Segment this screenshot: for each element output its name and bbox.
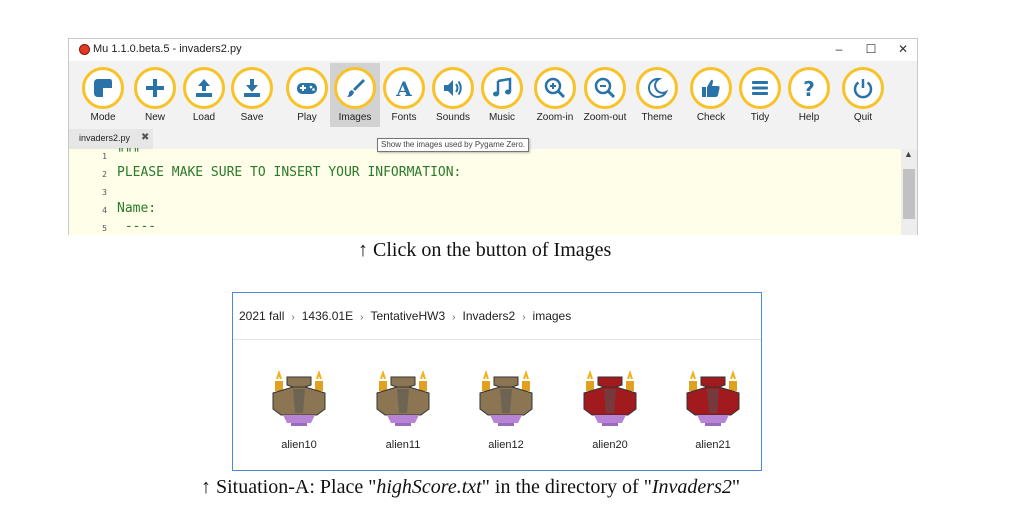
upload-icon xyxy=(196,79,212,97)
mu-editor-window: Mu 1.1.0.beta.5 - invaders2.py – ☐ ✕ Mod… xyxy=(68,38,918,235)
svg-text:?: ? xyxy=(803,77,815,100)
images-tooltip: Show the images used by Pygame Zero. xyxy=(377,138,530,152)
breadcrumb-separator: › xyxy=(291,312,295,323)
file-name: alien20 xyxy=(592,439,628,451)
file-name: alien11 xyxy=(385,439,421,451)
tidy-lines-icon xyxy=(752,81,768,95)
scroll-up-icon[interactable]: ▲ xyxy=(904,149,913,159)
line-number: 1 xyxy=(102,152,107,161)
caption-situation-a: ↑ Situation-A: Place "highScore.txt" in … xyxy=(201,476,740,499)
alien-ship-thumbnail xyxy=(376,369,430,426)
code-line: Name: xyxy=(117,201,157,216)
moon-icon xyxy=(647,77,669,98)
question-icon: ? xyxy=(803,77,815,100)
close-button[interactable]: ✕ xyxy=(893,42,913,56)
caption-text: ↑ Situation-A: Place " xyxy=(201,476,377,498)
file-item[interactable]: alien10 xyxy=(257,369,335,459)
speaker-icon xyxy=(444,80,462,96)
window-title: Mu 1.1.0.beta.5 - invaders2.py xyxy=(93,43,242,55)
file-item[interactable]: alien21 xyxy=(671,369,749,459)
line-number: 2 xyxy=(102,170,107,179)
download-icon xyxy=(244,79,260,97)
file-item[interactable]: alien20 xyxy=(568,369,646,459)
plus-icon xyxy=(146,79,164,97)
code-editor[interactable]: 1 2 3 4 5 """ PLEASE MAKE SURE TO INSERT… xyxy=(69,147,917,235)
thumbs-up-icon xyxy=(702,79,720,97)
alien-ship-thumbnail xyxy=(583,369,637,426)
breadcrumb-item[interactable]: 1436.01E xyxy=(302,309,353,323)
code-line: """ xyxy=(117,147,141,162)
music-button[interactable]: Music xyxy=(477,63,527,127)
caption-filename: highScore.txt xyxy=(376,476,482,498)
maximize-button[interactable]: ☐ xyxy=(861,42,881,56)
line-number-gutter: 1 2 3 4 5 xyxy=(69,149,113,235)
zoom-out-icon xyxy=(594,77,616,99)
font-icon: A xyxy=(395,77,412,100)
tab-close-icon[interactable]: ✖ xyxy=(141,132,149,143)
breadcrumb-item[interactable]: 2021 fall xyxy=(239,309,284,323)
breadcrumb-item[interactable]: Invaders2 xyxy=(463,309,516,323)
music-note-icon xyxy=(493,77,512,97)
title-bar: Mu 1.1.0.beta.5 - invaders2.py – ☐ ✕ xyxy=(69,39,917,61)
file-name: alien10 xyxy=(281,439,317,451)
mode-icon xyxy=(94,79,112,97)
minimize-button[interactable]: – xyxy=(829,42,849,56)
quit-button[interactable]: Quit xyxy=(838,63,888,127)
caption-text: " in the directory of " xyxy=(481,476,652,498)
tab-invaders2[interactable]: invaders2.py ✖ xyxy=(69,129,153,149)
alien-ship-thumbnail xyxy=(686,369,740,426)
gamepad-icon xyxy=(297,83,317,94)
breadcrumb-separator: › xyxy=(522,312,526,323)
svg-text:A: A xyxy=(395,77,412,100)
alien-ship-thumbnail xyxy=(479,369,533,426)
file-name: alien12 xyxy=(488,439,524,451)
breadcrumb-item[interactable]: TentativeHW3 xyxy=(370,309,445,323)
breadcrumb-separator: › xyxy=(452,312,456,323)
breadcrumb-item[interactable]: images xyxy=(533,309,572,323)
divider xyxy=(233,339,761,340)
caption-click-images: ↑ Click on the button of Images xyxy=(358,239,612,261)
scrollbar-thumb[interactable] xyxy=(903,169,915,219)
quit-label: Quit xyxy=(853,112,873,123)
file-name: alien21 xyxy=(695,439,731,451)
line-number: 3 xyxy=(102,188,107,197)
breadcrumb-separator: › xyxy=(360,312,364,323)
file-item[interactable]: alien11 xyxy=(361,369,439,459)
help-button[interactable]: ? Help xyxy=(784,63,834,127)
brush-icon xyxy=(347,79,365,97)
mode-button[interactable]: Mode xyxy=(78,63,128,127)
line-number: 4 xyxy=(102,206,107,215)
tab-label: invaders2.py xyxy=(79,133,131,143)
theme-button[interactable]: Theme xyxy=(632,63,682,127)
alien-ship-thumbnail xyxy=(272,369,326,426)
mu-logo-icon xyxy=(79,44,90,55)
code-line: PLEASE MAKE SURE TO INSERT YOUR INFORMAT… xyxy=(117,165,462,180)
file-explorer: 2021 fall › 1436.01E › TentativeHW3 › Invaders… xyxy=(232,292,762,471)
toolbar: Mode New Load Save Play Images A Fonts S… xyxy=(69,61,917,129)
line-number: 5 xyxy=(102,224,107,233)
file-item[interactable]: alien12 xyxy=(464,369,542,459)
vertical-scrollbar[interactable]: ▲ xyxy=(901,149,917,235)
caption-dirname: Invaders2 xyxy=(651,476,732,498)
breadcrumb: 2021 fall › 1436.01E › TentativeHW3 › Invaders… xyxy=(239,309,571,323)
code-line: ---- xyxy=(117,219,157,234)
zoom-in-icon xyxy=(544,77,566,99)
zoom-out-button[interactable]: Zoom-out xyxy=(580,63,630,127)
save-button[interactable]: Save xyxy=(227,63,277,127)
caption-text: " xyxy=(731,476,741,498)
power-icon xyxy=(853,79,873,99)
